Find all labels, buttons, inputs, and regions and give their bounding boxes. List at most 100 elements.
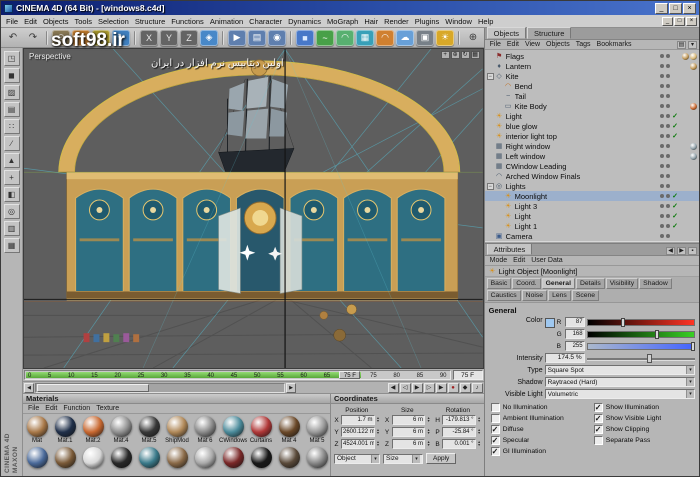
record-icon[interactable]: ● [447, 382, 459, 393]
object-manager-layout-icon[interactable]: ▤ [677, 40, 686, 49]
checkbox-icon[interactable] [490, 414, 500, 423]
tree-expander-icon[interactable] [487, 163, 494, 170]
object-tree-row[interactable]: ▭ Kite Body [485, 101, 699, 111]
tree-expander-icon[interactable] [496, 193, 503, 200]
object-tree-row[interactable]: ♦ Lantern [485, 61, 699, 71]
intensity-field[interactable]: 174.5 % [544, 353, 585, 363]
tree-expander-icon[interactable] [487, 123, 494, 130]
visibility-dots[interactable] [658, 214, 670, 218]
object-tree-row[interactable]: − ◎ Lights [485, 181, 699, 191]
goto-end-icon[interactable]: ▶ [435, 382, 447, 393]
snap-mode-icon[interactable]: ◎ [3, 204, 20, 219]
object-tree-row[interactable]: ◠ Bend [485, 81, 699, 91]
color-channel-slider[interactable] [586, 329, 695, 339]
color-swatch[interactable] [544, 318, 555, 328]
rotation-field[interactable]: 0.001 ° [442, 439, 476, 449]
color-channel-slider[interactable] [586, 317, 695, 327]
minimize-button[interactable]: _ [655, 2, 668, 14]
redo-icon[interactable]: ↷ [24, 30, 42, 46]
material-item[interactable]: CWindows [219, 414, 247, 445]
menu-item[interactable]: Help [475, 17, 496, 26]
visibility-dots[interactable] [658, 194, 670, 198]
attribute-checkbox[interactable]: Specular [490, 436, 594, 445]
menu-item[interactable]: Render [381, 17, 412, 26]
visibility-dots[interactable] [658, 174, 670, 178]
object-tree-row[interactable]: ☀ blue glow ✓ [485, 121, 699, 131]
tree-expander-icon[interactable] [487, 173, 494, 180]
scrollbar-thumb[interactable] [37, 383, 149, 392]
objects-menu-item[interactable]: Tags [573, 41, 594, 48]
material-item[interactable]: Mat 6 [191, 414, 219, 445]
add-environment-icon[interactable]: ☁ [396, 29, 414, 46]
attribute-tab[interactable]: Lens [548, 290, 571, 301]
mdi-minimize-button[interactable]: _ [662, 16, 673, 26]
frame-field[interactable]: 75 F [452, 370, 483, 380]
timeline-ruler[interactable]: 051015202530354045505560657075808590 75 … [24, 370, 451, 380]
tree-expander-icon[interactable] [496, 103, 503, 110]
material-item[interactable] [247, 445, 275, 468]
attributes-menu-item[interactable]: User Data [528, 257, 566, 264]
enable-checkbox[interactable]: ✓ [670, 132, 680, 140]
apply-button[interactable]: Apply [426, 453, 457, 464]
texture-mode-icon[interactable]: ▨ [3, 85, 20, 100]
checkbox-icon[interactable] [593, 436, 603, 445]
tag-thumbnails[interactable] [680, 52, 697, 60]
menu-item[interactable]: Structure [132, 17, 168, 26]
objects-menu-item[interactable]: View [522, 41, 543, 48]
enable-checkbox[interactable]: ✓ [670, 112, 680, 120]
sound-icon[interactable]: ♪ [471, 382, 483, 393]
coordinate-object-dropdown[interactable]: Object ▾ [334, 453, 380, 464]
enable-checkbox[interactable]: ✓ [670, 122, 680, 130]
spinner[interactable]: ▲ ▼ [376, 428, 381, 436]
spinner[interactable]: ▲ ▼ [477, 440, 482, 448]
visibility-dots[interactable] [658, 74, 670, 78]
add-nurbs-icon[interactable]: ◠ [336, 29, 354, 46]
material-item[interactable]: Mat.5 [135, 414, 163, 445]
timeline-scrollbar[interactable] [35, 382, 285, 393]
material-item[interactable]: Curtains [247, 414, 275, 445]
add-light-icon[interactable]: ☀ [436, 29, 454, 46]
render-settings-icon[interactable]: ◉ [268, 29, 286, 46]
material-item[interactable] [191, 445, 219, 468]
menu-item[interactable]: Functions [168, 17, 207, 26]
material-item[interactable]: Mat 5 [303, 414, 330, 445]
history-back-icon[interactable]: ◀ [666, 247, 675, 255]
tree-expander-icon[interactable] [496, 213, 503, 220]
tree-expander-icon[interactable] [487, 53, 494, 60]
menu-item[interactable]: Tools [71, 17, 95, 26]
tree-expander-icon[interactable] [496, 223, 503, 230]
object-tree-row[interactable]: ☀ Light 3 ✓ [485, 201, 699, 211]
visibility-dots[interactable] [658, 114, 670, 118]
intensity-slider[interactable] [586, 353, 696, 363]
spinner[interactable]: ▲ ▼ [426, 440, 431, 448]
objects-menu-item[interactable]: Bookmarks [594, 41, 635, 48]
prev-frame-icon[interactable]: ◁ [399, 382, 411, 393]
tag-thumbnails[interactable] [680, 62, 697, 70]
zoom-view-icon[interactable]: ⊕ [450, 51, 460, 59]
coordinate-system-icon[interactable]: ◈ [200, 29, 218, 46]
size-field[interactable]: 6 m [391, 427, 426, 437]
close-button[interactable]: × [683, 2, 696, 14]
object-tree-row[interactable]: ▣ Camera [485, 231, 699, 241]
material-item[interactable] [135, 445, 163, 468]
add-cube-icon[interactable]: ■ [296, 29, 314, 46]
material-item[interactable]: Mat [23, 414, 51, 445]
material-item[interactable] [79, 445, 107, 468]
material-item[interactable]: Mat 4 [275, 414, 303, 445]
tree-expander-icon[interactable] [487, 63, 494, 70]
enable-checkbox[interactable]: ✓ [670, 222, 680, 230]
visibility-dots[interactable] [658, 204, 670, 208]
color-channel-field[interactable]: 87 [564, 317, 585, 327]
tree-expander-icon[interactable] [487, 133, 494, 140]
position-field[interactable]: 2600.122 m [341, 427, 375, 437]
objects-panel-tab[interactable]: Structure [527, 27, 572, 39]
maximize-button[interactable]: □ [669, 2, 682, 14]
render-picture-viewer-icon[interactable]: ▤ [248, 29, 266, 46]
visibility-dots[interactable] [658, 144, 670, 148]
snap-settings-icon[interactable]: ⊕ [464, 30, 482, 46]
material-item[interactable]: ShipMod [163, 414, 191, 445]
visibility-dots[interactable] [658, 224, 670, 228]
current-frame-marker[interactable]: 75 F [339, 371, 361, 379]
shadow-dropdown[interactable]: Raytraced (Hard) ▾ [544, 377, 695, 387]
next-frame-icon[interactable]: ▷ [423, 382, 435, 393]
